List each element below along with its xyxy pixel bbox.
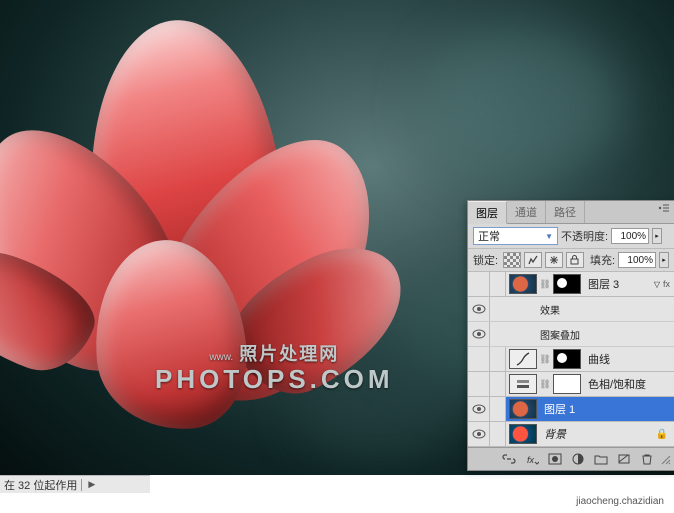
lock-fill-row: 锁定: 填充: 100% ▸: [468, 249, 674, 272]
footer-site-text: jiaocheng.chazidian: [576, 496, 664, 507]
adjustment-thumbnail[interactable]: [509, 349, 537, 369]
blend-opacity-row: 正常 ▼ 不透明度: 100% ▸: [468, 224, 674, 249]
link-col[interactable]: [490, 347, 506, 371]
mask-thumbnail[interactable]: [553, 349, 581, 369]
chevron-down-icon: ▼: [545, 232, 553, 241]
layer-name[interactable]: 色相/饱和度: [584, 376, 674, 392]
new-layer-button[interactable]: [613, 450, 635, 468]
effects-row[interactable]: 效果: [468, 297, 674, 322]
opacity-label: 不透明度:: [561, 228, 608, 244]
visibility-toggle[interactable]: [468, 347, 490, 371]
lock-position-button[interactable]: [545, 252, 563, 268]
fx-badge: fx: [663, 279, 674, 289]
layer-thumbnail[interactable]: [509, 274, 537, 294]
blend-mode-dropdown[interactable]: 正常 ▼: [473, 227, 558, 245]
layer-row-layer1[interactable]: 图层 1: [468, 397, 674, 422]
delete-layer-button[interactable]: [636, 450, 658, 468]
fill-input[interactable]: 100%: [618, 252, 656, 268]
lock-transparent-button[interactable]: [503, 252, 521, 268]
visibility-toggle[interactable]: [468, 397, 490, 421]
svg-text:fx: fx: [527, 455, 535, 465]
effects-label: 效果: [490, 302, 674, 317]
watermark-www: www.: [209, 352, 233, 363]
status-bar: 在 32 位起作用 ▶: [0, 475, 150, 493]
mask-thumbnail[interactable]: [553, 374, 581, 394]
link-icon: ⛓: [540, 350, 550, 368]
blend-mode-value: 正常: [478, 228, 500, 244]
bg-blur: [424, 30, 624, 180]
new-group-button[interactable]: [590, 450, 612, 468]
layer-name[interactable]: 背景: [540, 426, 656, 442]
lock-icon: 🔒: [656, 429, 674, 440]
layers-panel[interactable]: 图层 通道 路径 正常 ▼ 不透明度: 100% ▸ 锁定: 填充: 100% …: [467, 200, 674, 471]
pattern-overlay-label: 图案叠加: [490, 327, 674, 342]
visibility-toggle[interactable]: [468, 372, 490, 396]
link-layers-button[interactable]: [498, 450, 520, 468]
link-col[interactable]: [490, 372, 506, 396]
link-icon: ⛓: [540, 275, 550, 293]
visibility-toggle[interactable]: [468, 322, 490, 346]
layer-thumbnail[interactable]: [509, 399, 537, 419]
opacity-input[interactable]: 100%: [611, 228, 649, 244]
panel-footer: fx: [468, 447, 674, 470]
visibility-toggle[interactable]: [468, 297, 490, 321]
visibility-toggle[interactable]: [468, 422, 490, 446]
link-col[interactable]: [490, 397, 506, 421]
layer-style-button[interactable]: fx: [521, 450, 543, 468]
panel-menu-button[interactable]: [654, 201, 674, 223]
bottom-strip: jiaocheng.chazidian: [0, 493, 674, 513]
lock-label: 锁定:: [473, 252, 498, 268]
pattern-overlay-row[interactable]: 图案叠加: [468, 322, 674, 347]
tab-channels[interactable]: 通道: [507, 201, 546, 223]
opacity-stepper[interactable]: ▸: [652, 228, 662, 244]
layer-row-background[interactable]: 背景 🔒: [468, 422, 674, 447]
watermark-text: 照片处理网: [239, 344, 339, 364]
mask-thumbnail[interactable]: [553, 274, 581, 294]
panel-tabs: 图层 通道 路径: [468, 201, 674, 224]
lotus-flower: [0, 0, 380, 470]
layer-row-layer3[interactable]: ⛓ 图层 3 ▽ fx: [468, 272, 674, 297]
tab-paths[interactable]: 路径: [546, 201, 585, 223]
visibility-toggle[interactable]: [468, 272, 490, 296]
tab-layers[interactable]: 图层: [468, 201, 507, 224]
layer-name[interactable]: 曲线: [584, 351, 674, 367]
layer-name[interactable]: 图层 1: [540, 401, 674, 417]
layer-row-curves[interactable]: ⛓ 曲线: [468, 347, 674, 372]
fill-label: 填充:: [590, 252, 615, 268]
layer-list: ⛓ 图层 3 ▽ fx 效果 图案叠加 ⛓ 曲线 ⛓: [468, 272, 674, 447]
layer-row-hue-sat[interactable]: ⛓ 色相/饱和度: [468, 372, 674, 397]
adjustment-thumbnail[interactable]: [509, 374, 537, 394]
lock-all-button[interactable]: [566, 252, 584, 268]
watermark: www. 照片处理网 PHOTOPS.COM: [155, 340, 394, 395]
layer-thumbnail[interactable]: [509, 424, 537, 444]
watermark-domain: PHOTOPS.COM: [155, 364, 394, 395]
link-icon: ⛓: [540, 375, 550, 393]
layer-mask-button[interactable]: [544, 450, 566, 468]
lock-image-button[interactable]: [524, 252, 542, 268]
link-col[interactable]: [490, 272, 506, 296]
adjustment-layer-button[interactable]: [567, 450, 589, 468]
fx-collapse[interactable]: ▽: [654, 280, 663, 289]
resize-grip[interactable]: [659, 453, 671, 465]
link-col[interactable]: [490, 422, 506, 446]
layer-name[interactable]: 图层 3: [584, 276, 654, 292]
fill-stepper[interactable]: ▸: [659, 252, 669, 268]
status-text: 在 32 位起作用: [4, 477, 77, 493]
status-menu-arrow[interactable]: ▶: [88, 479, 95, 490]
